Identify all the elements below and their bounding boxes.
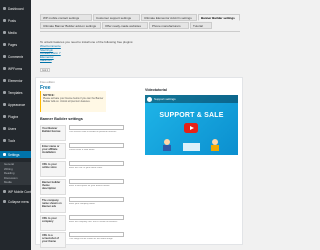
channel-avatar xyxy=(147,96,152,102)
sidebar-item-media[interactable]: Media xyxy=(0,29,31,36)
wrench-icon xyxy=(3,139,6,142)
sidebar-item-posts[interactable]: Posts xyxy=(0,17,31,24)
sidebar-item-elementor[interactable]: Elementor xyxy=(0,77,31,84)
sidebar-item-wpforms[interactable]: WPForms xyxy=(0,65,31,72)
theme-description-input[interactable] xyxy=(69,179,124,184)
tab-phone-manufacturers[interactable]: Phone manufacturers xyxy=(149,22,189,29)
sidebar-item-plugins[interactable]: Plugins xyxy=(0,113,31,120)
video-header: Support settings xyxy=(145,95,238,103)
admin-sidebar: Dashboard Posts Media Pages Comments WPF… xyxy=(0,0,31,250)
collapse-menu-button[interactable]: Collapse menu xyxy=(0,198,31,205)
plugin-link-list: WooCommerce SiteOrigin Contact Form 7 El… xyxy=(40,44,61,63)
tab-banner-builder[interactable]: Banner Builder settings xyxy=(198,14,240,21)
field-description: Enter a description for your banner them… xyxy=(69,185,110,187)
video-section-title: Videotutorial xyxy=(145,88,167,92)
field-row-company-name: The company name shown on Banner ads Ent… xyxy=(40,197,134,215)
dashboard-icon xyxy=(3,7,6,10)
form-icon xyxy=(3,67,6,70)
field-label: URL to your company xyxy=(40,215,66,231)
tab-ultimate-banner-builder[interactable]: Ultimate Banner Builder add-on settings xyxy=(40,22,101,29)
sidebar-item-wp-mobile-contact[interactable]: WP Mobile Contact xyxy=(0,188,31,195)
pin-icon xyxy=(3,19,6,22)
field-label: URL to a screenshot of your theme xyxy=(40,232,66,248)
template-icon xyxy=(3,91,6,94)
page-icon xyxy=(3,43,6,46)
collapse-icon xyxy=(3,200,6,203)
submenu-item[interactable]: Media xyxy=(0,180,31,185)
field-row-screenshot-url: URL to a screenshot of your theme This i… xyxy=(40,232,134,250)
video-player[interactable]: Support settings SUPPORT & SALE xyxy=(145,95,238,155)
field-label: Enter name or your affiliate installatio… xyxy=(40,143,66,159)
sidebar-item-templates[interactable]: Templates xyxy=(0,89,31,96)
field-row-store-url: URL to your online store Enter the URL t… xyxy=(40,161,134,179)
user-icon xyxy=(3,127,6,130)
dismiss-button[interactable]: Got it xyxy=(40,68,50,72)
field-description: Enter the URL to your online store. xyxy=(69,167,103,169)
sidebar-item-tools[interactable]: Tools xyxy=(0,137,31,144)
edition-kicker: Free edition xyxy=(40,80,55,84)
field-label: Your Banner Builder license xyxy=(40,125,66,141)
settings-submenu: General Writing Reading Discussion Media xyxy=(0,162,31,185)
tab-tutorial[interactable]: Tutorial xyxy=(190,22,212,29)
sidebar-item-dashboard[interactable]: Dashboard xyxy=(0,5,31,12)
field-description: Please enter a valid name. xyxy=(69,149,95,151)
sidebar-item-comments[interactable]: Comments xyxy=(0,53,31,60)
tab-ready-made-websites[interactable]: Offer ready-made websites xyxy=(102,22,148,29)
tab-customer-support[interactable]: Customer support settings xyxy=(93,14,140,21)
field-description: Your license code to enable all premium … xyxy=(69,131,117,133)
notice-body: Please activate your license below if yo… xyxy=(43,97,104,103)
settings-tabs: WP mobile contact settings Customer supp… xyxy=(40,14,240,30)
sidebar-item-settings[interactable]: Settings xyxy=(0,151,31,158)
plugin-link[interactable]: MailPoet xyxy=(40,59,61,63)
settings-icon xyxy=(3,153,6,156)
screenshot-url-input[interactable] xyxy=(69,232,124,237)
field-row-company-url: URL to your company Enter the company UR… xyxy=(40,215,134,233)
sidebar-item-pages[interactable]: Pages xyxy=(0,41,31,48)
tab-ultimate-elementor[interactable]: Ultimate Elementor Add-On settings xyxy=(141,14,197,21)
media-icon xyxy=(3,31,6,34)
tab-wp-mobile-contact[interactable]: WP mobile contact settings xyxy=(40,14,92,21)
section-title: Banner Builder settings xyxy=(40,117,83,121)
store-url-input[interactable] xyxy=(69,161,124,166)
play-icon[interactable] xyxy=(184,123,198,133)
sidebar-item-users[interactable]: Users xyxy=(0,125,31,132)
field-label: Banner builder theme description xyxy=(40,179,66,195)
video-title[interactable]: Support settings xyxy=(154,97,176,101)
field-row-name: Enter name or your affiliate installatio… xyxy=(40,143,134,161)
people-illustration xyxy=(163,139,219,151)
company-url-input[interactable] xyxy=(69,215,124,220)
comment-icon xyxy=(3,55,6,58)
plugin-icon xyxy=(3,115,6,118)
notice-title: NOTICE: xyxy=(43,92,55,97)
company-name-input[interactable] xyxy=(69,197,124,202)
tab-divider xyxy=(40,30,240,31)
field-label: The company name shown on Banner ads xyxy=(40,197,66,213)
field-label: URL to your online store xyxy=(40,161,66,177)
license-input[interactable] xyxy=(69,125,124,130)
field-row-license: Your Banner Builder license Your license… xyxy=(40,125,134,143)
elementor-icon xyxy=(3,79,6,82)
brush-icon xyxy=(3,103,6,106)
field-description: Enter the company URL that is shown on b… xyxy=(69,221,118,223)
field-description: Enter your company name. xyxy=(69,203,96,205)
phone-icon xyxy=(3,190,6,193)
license-notice: NOTICE: Please activate your license bel… xyxy=(40,91,106,112)
field-description: This image will be shown as the demo ima… xyxy=(69,238,114,240)
name-input[interactable] xyxy=(69,143,124,148)
sidebar-item-appearance[interactable]: Appearance xyxy=(0,101,31,108)
video-headline: SUPPORT & SALE xyxy=(159,112,224,119)
field-row-theme-description: Banner builder theme description Enter a… xyxy=(40,179,134,197)
